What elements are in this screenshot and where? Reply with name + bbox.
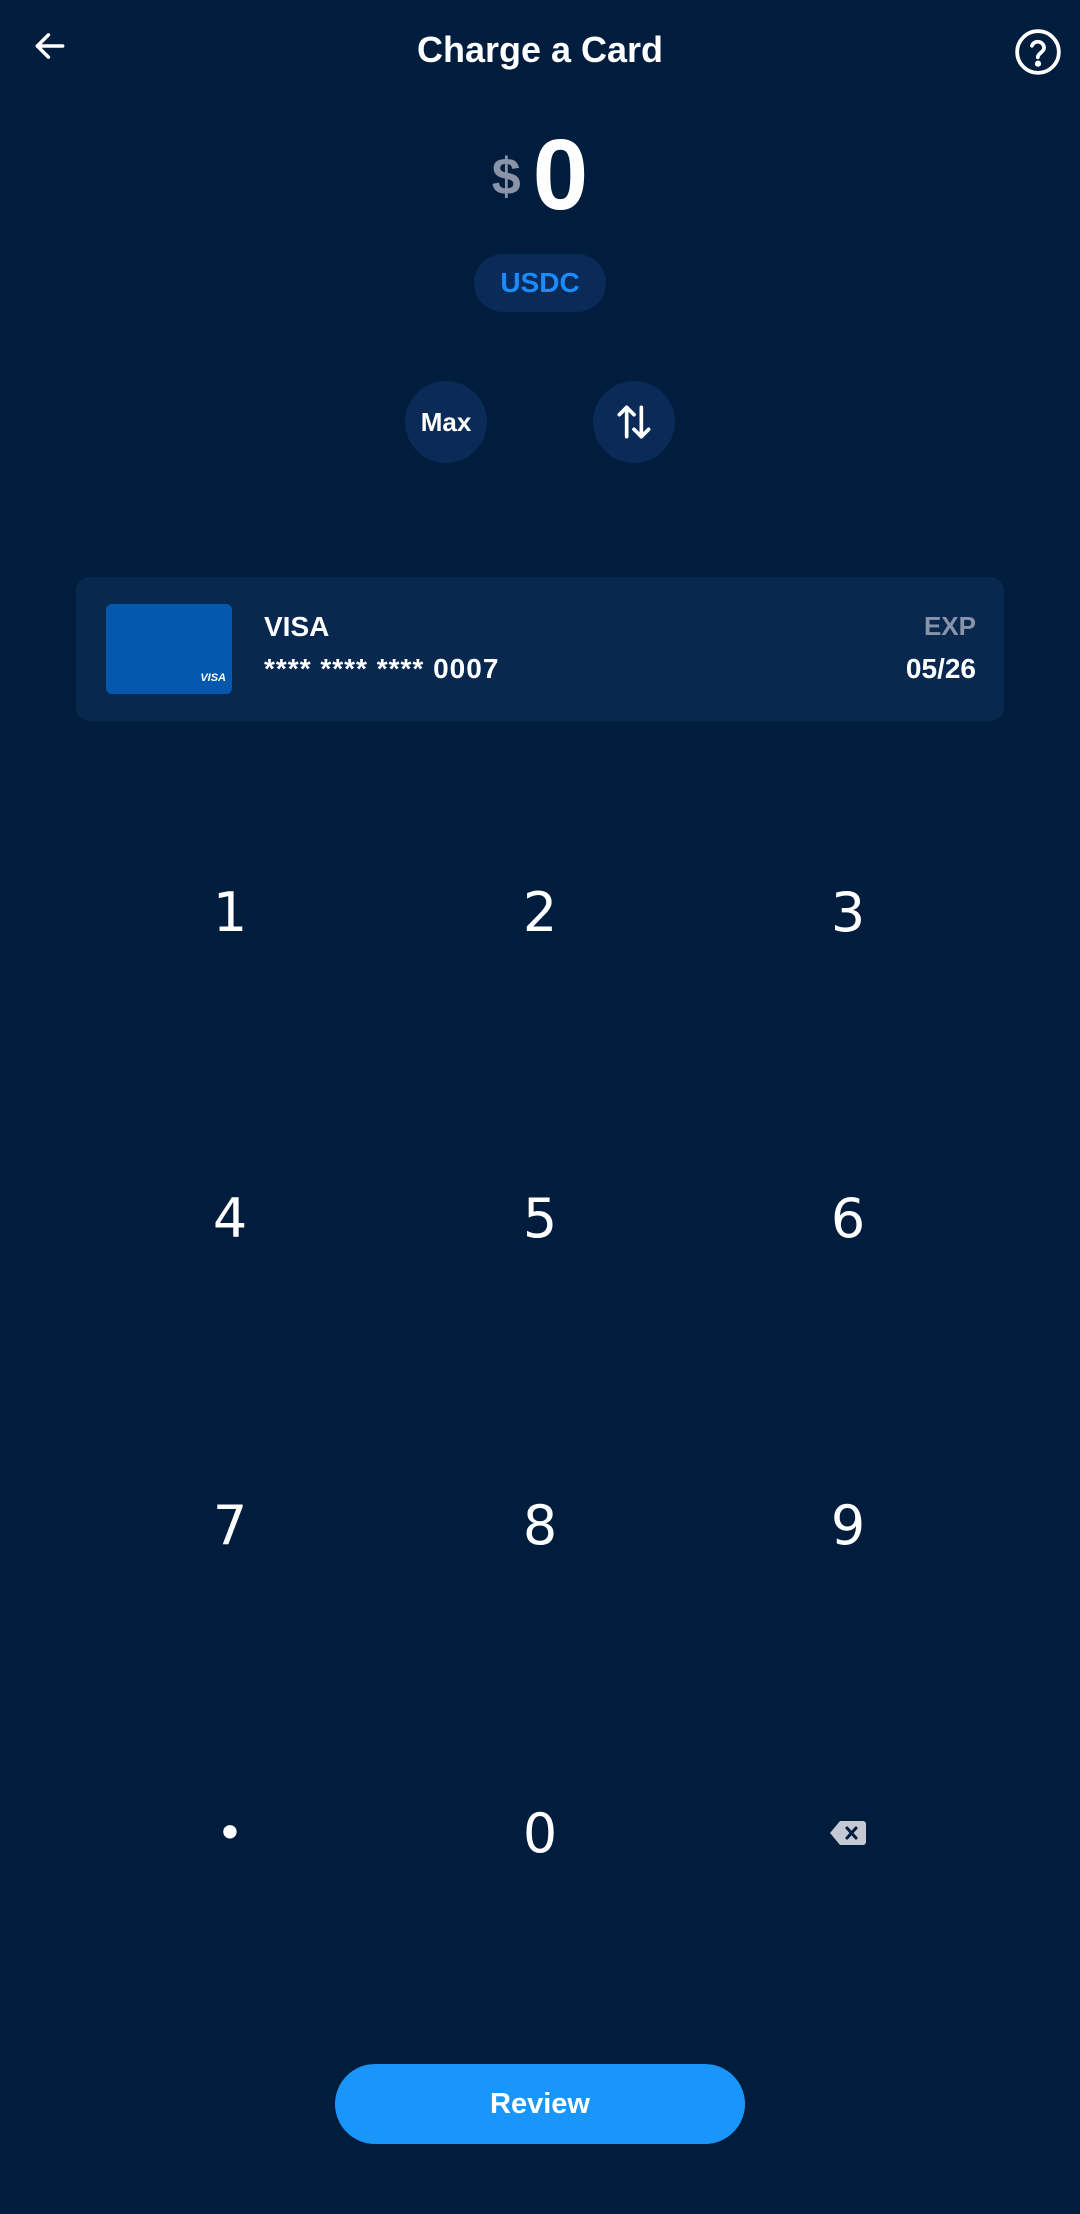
currency-symbol: $: [491, 148, 521, 206]
question-circle-icon: [1015, 29, 1061, 75]
key-2[interactable]: 2: [410, 812, 670, 1012]
numeric-keypad: 1 2 3 4 5 6 7 8 9 • 0: [0, 760, 1080, 1990]
payment-card-selector[interactable]: VISA VISA **** **** **** 0007 EXP 05/26: [76, 577, 1004, 721]
key-8[interactable]: 8: [410, 1425, 670, 1625]
review-button[interactable]: Review: [335, 2064, 745, 2144]
help-button[interactable]: [1010, 24, 1066, 80]
key-9[interactable]: 9: [718, 1425, 978, 1625]
key-7[interactable]: 7: [100, 1425, 360, 1625]
card-number: **** **** **** 0007: [264, 653, 500, 684]
key-6[interactable]: 6: [718, 1118, 978, 1318]
amount-value: 0: [532, 119, 589, 231]
amount-display: $ 0: [0, 120, 1080, 230]
card-exp-label: EXP: [923, 611, 976, 641]
key-decimal[interactable]: •: [100, 1733, 360, 1933]
card-brand: VISA: [264, 611, 330, 642]
swap-button[interactable]: [593, 381, 675, 463]
card-exp-value: 05/26: [905, 653, 976, 684]
key-5[interactable]: 5: [410, 1118, 670, 1318]
currency-unit-toggle[interactable]: USDC: [474, 254, 606, 312]
card-thumbnail: VISA: [106, 604, 232, 694]
page-title: Charge a Card: [416, 29, 664, 70]
swap-arrows-icon: [617, 405, 651, 439]
visa-logo: VISA: [200, 672, 226, 684]
key-3[interactable]: 3: [718, 812, 978, 1012]
key-0[interactable]: 0: [410, 1733, 670, 1933]
backspace-icon: [830, 1821, 866, 1845]
key-backspace[interactable]: [718, 1733, 978, 1933]
max-button[interactable]: Max: [405, 381, 487, 463]
key-4[interactable]: 4: [100, 1118, 360, 1318]
key-1[interactable]: 1: [100, 812, 360, 1012]
